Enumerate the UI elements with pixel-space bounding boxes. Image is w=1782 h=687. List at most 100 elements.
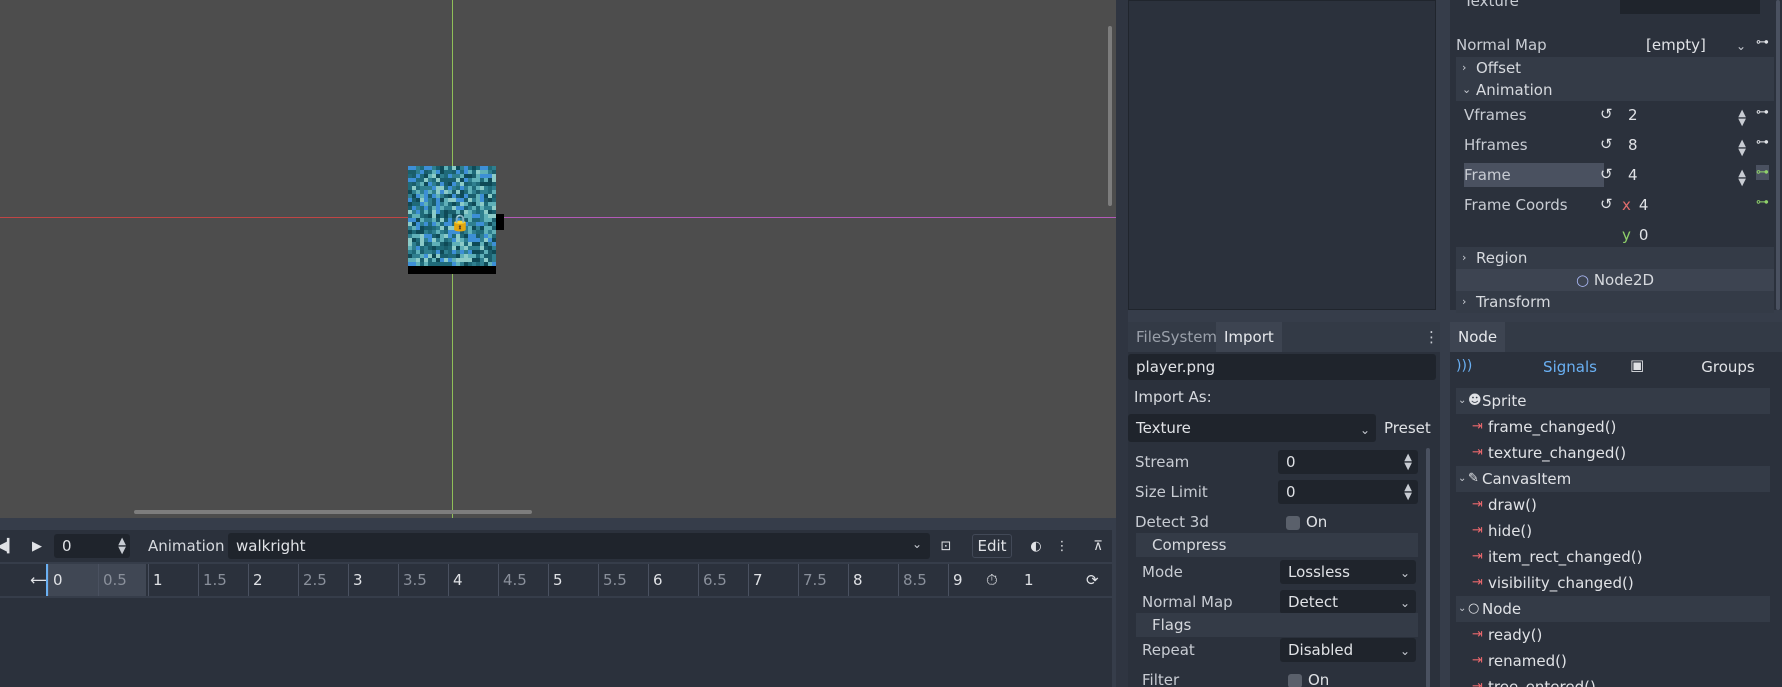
key-icon[interactable]: ⊶ (1756, 35, 1769, 50)
compress-section[interactable]: Compress (1136, 533, 1418, 557)
inspector-scrollbar[interactable] (1776, 0, 1780, 310)
signal-icon: ⇥ (1472, 445, 1483, 460)
signal-item[interactable]: ⇥ item_rect_changed() (1456, 544, 1770, 570)
preset-button[interactable]: Preset (1384, 414, 1436, 442)
signal-item[interactable]: ⇥ tree_entered() (1456, 674, 1770, 687)
animation-time-input[interactable]: 0 ▲ ▼ (54, 534, 130, 558)
dock-splitter[interactable] (1116, 0, 1128, 687)
animation-track-area[interactable] (0, 598, 1112, 687)
vframes-label: Vframes (1464, 106, 1527, 124)
groups-tab-button[interactable]: Groups (1678, 358, 1778, 376)
filter-checkbox[interactable]: On (1280, 668, 1420, 687)
size-limit-row: Size Limit 0 ▲ ▼ (1128, 477, 1428, 507)
viewport-boundary-line (452, 217, 1116, 218)
normal-map-select[interactable]: Detect ⌄ (1280, 590, 1416, 614)
region-section[interactable]: › Region (1456, 247, 1774, 269)
timeline-tick: 8.5 (898, 564, 927, 596)
pin-icon[interactable]: ⊼ (1088, 534, 1108, 558)
mode-select[interactable]: Lossless ⌄ (1280, 560, 1416, 584)
frame-coords-label: Frame Coords (1464, 196, 1568, 214)
animation-toolbar: ◀▎ ▶ 0 ▲ ▼ Animation walkright ⌄ ⊡ Edit ◐… (0, 530, 1112, 562)
reset-icon[interactable]: ↺ (1600, 195, 1613, 213)
animation-section[interactable]: ⌄ Animation (1456, 79, 1774, 101)
frame-input[interactable]: 4 ▲ ▼ (1616, 163, 1752, 188)
stream-input[interactable]: 0 ▲ ▼ (1278, 450, 1418, 474)
key-icon[interactable]: ⊶ (1756, 105, 1769, 120)
onion-skin-icon[interactable]: ◐ (1026, 534, 1046, 558)
frame-coords-y-row: y0 (1450, 220, 1782, 250)
offset-section[interactable]: › Offset (1456, 57, 1774, 79)
signal-item[interactable]: ⇥ frame_changed() (1456, 414, 1770, 440)
animation-timeline[interactable]: ⟷ ⏱ 1 ⟳ 0 0.5 1 1.5 2 2.5 3 3.5 4 4.5 5 5.5 6 6.5 7 7.5… (0, 564, 1112, 596)
signals-tab-button[interactable]: Signals (1520, 358, 1620, 376)
tab-import[interactable]: Import (1216, 322, 1282, 352)
loop-icon[interactable]: ⟳ (1086, 564, 1099, 596)
signal-item[interactable]: ⇥ renamed() (1456, 648, 1770, 674)
player-sprite[interactable]: 🔒 (408, 165, 504, 275)
tab-filesystem[interactable]: FileSystem (1128, 322, 1225, 352)
spin-arrows-icon[interactable]: ▲ ▼ (118, 537, 126, 556)
signal-icon: ⇥ (1472, 497, 1483, 512)
timeline-tick: 9 (948, 564, 963, 596)
spin-arrows-icon[interactable]: ▲ ▼ (1738, 109, 1746, 128)
normal-map-resource[interactable]: [empty] ⌄ (1616, 33, 1752, 57)
tab-node[interactable]: Node (1450, 322, 1506, 352)
spin-arrows-icon[interactable]: ▲ ▼ (1404, 483, 1412, 502)
import-scrollbar[interactable] (1426, 448, 1430, 687)
signal-item[interactable]: ⇥ draw() (1456, 492, 1770, 518)
key-add-icon[interactable]: ⊶ (1756, 165, 1769, 180)
viewport-vertical-scrollbar[interactable] (1108, 26, 1112, 206)
detect-3d-label: Detect 3d (1135, 513, 1209, 531)
vframes-input[interactable]: 2 ▲ ▼ (1616, 103, 1752, 128)
key-add-icon[interactable]: ⊶ (1756, 195, 1769, 210)
import-as-select[interactable]: Texture ⌄ (1128, 414, 1376, 442)
spin-arrows-icon[interactable]: ▲ ▼ (1404, 453, 1412, 472)
signal-tree[interactable]: ⌄ ☻ Sprite ⇥ frame_changed() ⇥ texture_changed… (1450, 388, 1782, 687)
class-name: Sprite (1482, 392, 1527, 410)
canvas-viewport[interactable]: 🔒 (0, 0, 1116, 518)
viewport-horizontal-scrollbar[interactable] (134, 510, 532, 514)
size-limit-input[interactable]: 0 ▲ ▼ (1278, 480, 1418, 504)
transform-section[interactable]: › Transform (1456, 291, 1774, 313)
signal-icon: ⇥ (1472, 575, 1483, 590)
signals-icon: ))) (1456, 358, 1473, 374)
frame-coords-y-input[interactable]: y0 (1616, 223, 1752, 247)
detect-3d-checkbox[interactable]: On (1278, 510, 1418, 534)
chevron-right-icon: › (1462, 61, 1467, 74)
autoplay-icon[interactable]: ⊡ (936, 534, 956, 558)
more-options-icon[interactable]: ⋮ (1424, 328, 1439, 346)
animation-select[interactable]: walkright ⌄ (228, 533, 930, 559)
signal-item[interactable]: ⇥ visibility_changed() (1456, 570, 1770, 596)
hframes-input[interactable]: 8 ▲ ▼ (1616, 133, 1752, 158)
signal-class-node[interactable]: ⌄ ○ Node (1456, 596, 1770, 622)
reset-icon[interactable]: ↺ (1600, 165, 1613, 183)
node2d-icon: ○ (1575, 271, 1590, 289)
repeat-select[interactable]: Disabled ⌄ (1280, 638, 1416, 662)
animation-length-value[interactable]: 1 (1024, 564, 1034, 596)
class-icon: ☻ (1468, 393, 1482, 408)
frame-coords-x-input[interactable]: x4 (1616, 193, 1752, 217)
chevron-down-icon: ⌄ (1399, 644, 1410, 658)
import-file-name: player.png (1128, 354, 1436, 380)
key-icon[interactable]: ⊶ (1756, 135, 1769, 150)
signal-icon: ⇥ (1472, 627, 1483, 642)
edit-button[interactable]: Edit (972, 534, 1012, 558)
texture-preview[interactable] (1620, 0, 1760, 14)
signal-name: frame_changed() (1488, 418, 1617, 436)
signal-class-sprite[interactable]: ⌄ ☻ Sprite (1456, 388, 1770, 414)
signal-item[interactable]: ⇥ hide() (1456, 518, 1770, 544)
reset-icon[interactable]: ↺ (1600, 135, 1613, 153)
timer-icon: ⏱ (986, 571, 998, 589)
timeline-tick: 2 (248, 564, 263, 596)
signal-item[interactable]: ⇥ ready() (1456, 622, 1770, 648)
signal-class-canvasitem[interactable]: ⌄ ✎ CanvasItem (1456, 466, 1770, 492)
flags-section[interactable]: Flags (1136, 613, 1418, 637)
play-backwards-icon[interactable]: ◀▎ (0, 534, 17, 558)
play-icon[interactable]: ▶ (26, 534, 48, 558)
signal-name: renamed() (1488, 652, 1567, 670)
spin-arrows-icon[interactable]: ▲ ▼ (1738, 139, 1746, 158)
more-options-icon[interactable]: ⋮ (1056, 534, 1069, 558)
reset-icon[interactable]: ↺ (1600, 105, 1613, 123)
spin-arrows-icon[interactable]: ▲ ▼ (1738, 169, 1746, 188)
signal-item[interactable]: ⇥ texture_changed() (1456, 440, 1770, 466)
